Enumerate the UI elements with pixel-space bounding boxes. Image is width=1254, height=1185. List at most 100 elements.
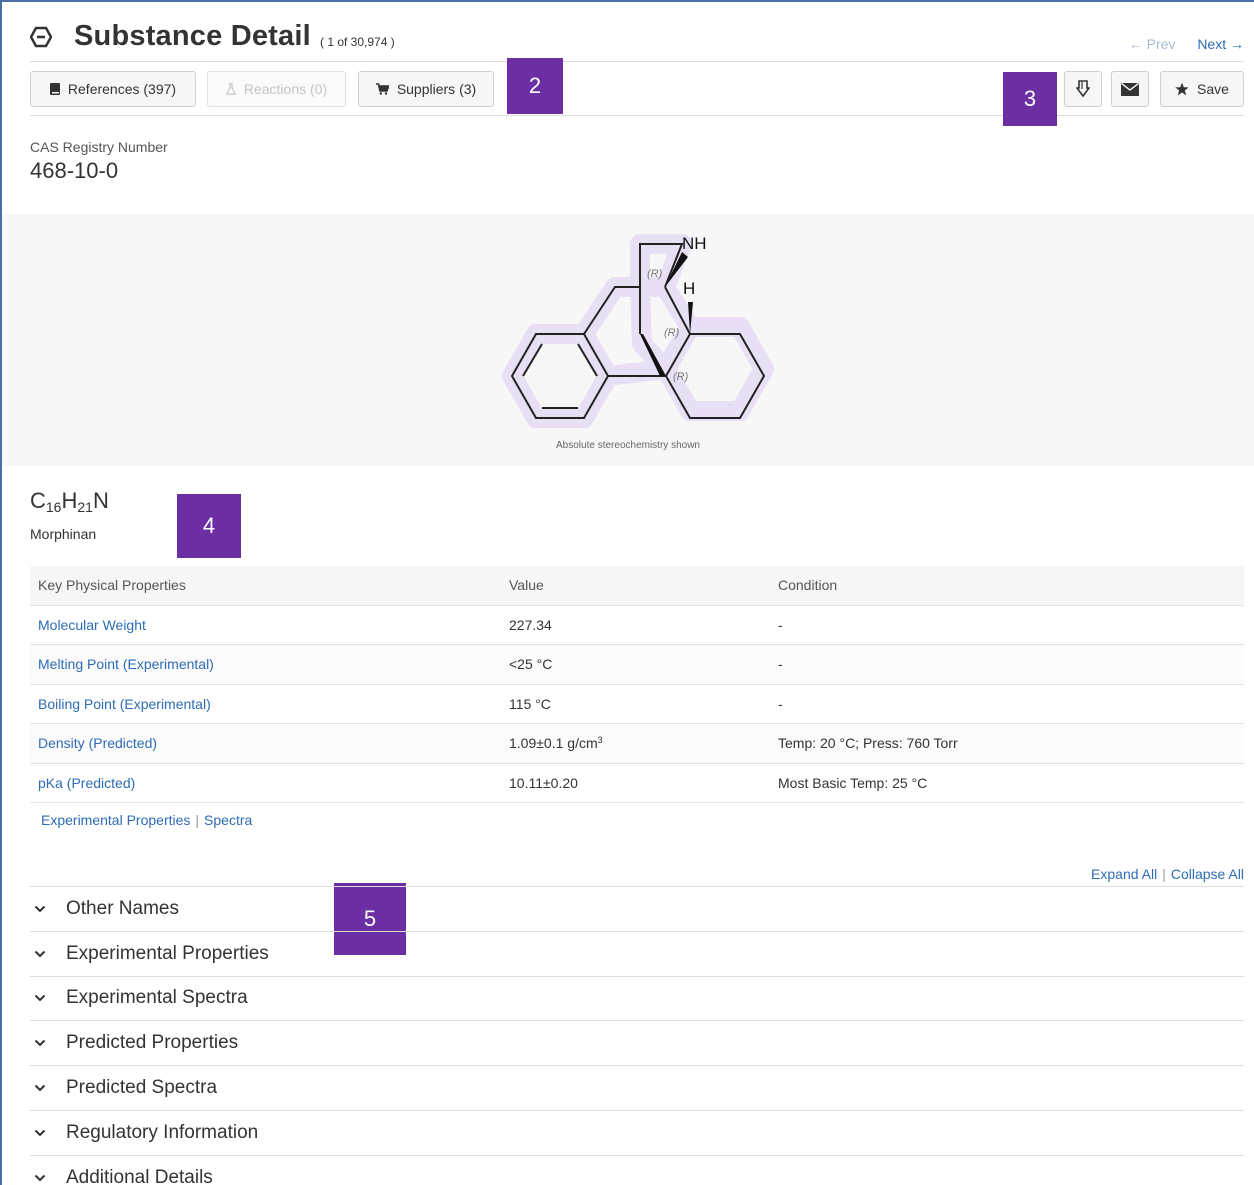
callout-4: 4 bbox=[177, 494, 241, 558]
column-header: Condition bbox=[770, 566, 1244, 606]
save-button[interactable]: Save bbox=[1160, 71, 1244, 107]
formula-part: 16 bbox=[45, 499, 62, 515]
callout-3: 3 bbox=[1003, 72, 1057, 126]
collapse-all-link[interactable]: Collapse All bbox=[1171, 866, 1244, 882]
stereo-r-label-2: (R) bbox=[664, 327, 680, 339]
molecular-formula: C16H21N bbox=[30, 488, 109, 515]
chevron-down-icon bbox=[30, 1129, 66, 1137]
chevron-down-icon bbox=[30, 905, 66, 913]
header: Substance Detail ( 1 of 30,974 ) ← Prev … bbox=[30, 20, 1244, 62]
section-label: Predicted Spectra bbox=[66, 1077, 218, 1099]
suppliers-label: Suppliers (3) bbox=[396, 81, 477, 97]
property-value: 10.11±0.20 bbox=[501, 763, 770, 803]
property-condition: - bbox=[770, 644, 1244, 685]
section-label: Additional Details bbox=[66, 1166, 213, 1185]
table-row: Melting Point (Experimental) <25 °C - bbox=[30, 644, 1244, 685]
section-experimental-properties[interactable]: Experimental Properties bbox=[30, 932, 1244, 977]
toolbar: References (397) Reactions (0) Suppliers… bbox=[30, 70, 1244, 116]
references-button[interactable]: References (397) bbox=[30, 71, 196, 107]
page-title: Substance Detail bbox=[74, 20, 311, 52]
pager: ← Prev Next → bbox=[1129, 36, 1244, 52]
nh-label: NH bbox=[682, 234, 707, 253]
property-value: 115 °C bbox=[501, 684, 770, 724]
chevron-down-icon bbox=[30, 950, 66, 958]
email-button[interactable] bbox=[1111, 71, 1149, 107]
experimental-properties-link[interactable]: Experimental Properties bbox=[41, 812, 190, 828]
property-value: 1.09±0.1 g/cm bbox=[509, 735, 598, 752]
property-value: 227.34 bbox=[501, 605, 770, 645]
section-predicted-spectra[interactable]: Predicted Spectra bbox=[30, 1066, 1244, 1111]
section-label: Experimental Spectra bbox=[66, 987, 248, 1009]
download-button[interactable] bbox=[1064, 71, 1102, 107]
column-header: Key Physical Properties bbox=[30, 566, 501, 606]
references-label: References (397) bbox=[67, 81, 177, 97]
section-predicted-properties[interactable]: Predicted Properties bbox=[30, 1021, 1244, 1067]
star-icon bbox=[1175, 82, 1189, 96]
stereo-r-label-3: (R) bbox=[673, 371, 689, 383]
cas-number: 468-10-0 bbox=[30, 158, 119, 183]
section-regulatory-information[interactable]: Regulatory Information bbox=[30, 1111, 1244, 1156]
reactions-label: Reactions (0) bbox=[243, 81, 328, 97]
next-link[interactable]: Next → bbox=[1197, 36, 1244, 52]
table-row: Boiling Point (Experimental) 115 °C - bbox=[30, 684, 1244, 724]
property-value: <25 °C bbox=[501, 644, 770, 685]
save-label: Save bbox=[1197, 81, 1229, 97]
link-separator: | bbox=[195, 812, 200, 828]
stereochemistry-note: Absolute stereochemistry shown bbox=[556, 440, 700, 451]
property-name-link[interactable]: pKa (Predicted) bbox=[30, 763, 501, 803]
property-condition: Temp: 20 °C; Press: 760 Torr bbox=[770, 723, 1244, 764]
key-properties-table: Key Physical Properties Value Condition … bbox=[30, 566, 1244, 803]
formula-part: 21 bbox=[77, 499, 93, 515]
chevron-down-icon bbox=[30, 1084, 66, 1092]
property-links: Experimental Properties | Spectra bbox=[41, 812, 252, 828]
expand-collapse-links: Expand All | Collapse All bbox=[1091, 866, 1244, 882]
suppliers-button[interactable]: Suppliers (3) bbox=[358, 71, 494, 107]
column-header: Value bbox=[501, 566, 770, 606]
h-label: H bbox=[683, 279, 695, 298]
link-separator: | bbox=[1162, 866, 1166, 882]
section-additional-details[interactable]: Additional Details bbox=[30, 1156, 1244, 1185]
section-experimental-spectra[interactable]: Experimental Spectra bbox=[30, 977, 1244, 1022]
property-condition: - bbox=[770, 684, 1244, 724]
detail-sections: Other Names Experimental Properties Expe… bbox=[30, 886, 1244, 1185]
stereo-r-label-1: (R) bbox=[647, 268, 663, 280]
substance-name: Morphinan bbox=[30, 526, 97, 542]
property-name-link[interactable]: Boiling Point (Experimental) bbox=[30, 684, 501, 724]
table-row: Molecular Weight 227.34 - bbox=[30, 605, 1244, 645]
cart-icon bbox=[375, 83, 389, 95]
section-label: Regulatory Information bbox=[66, 1121, 259, 1143]
structure-panel: NH H (R) (R) (R) Absolute stereochemistr… bbox=[2, 214, 1254, 466]
chevron-down-icon bbox=[30, 994, 66, 1002]
molecule-structure-image[interactable]: NH H (R) (R) (R) bbox=[492, 224, 792, 434]
callout-2: 2 bbox=[507, 58, 563, 114]
envelope-icon bbox=[1121, 82, 1139, 96]
table-row: Density (Predicted) 1.09±0.1 g/cm3 Temp:… bbox=[30, 723, 1244, 764]
result-count: ( 1 of 30,974 ) bbox=[320, 35, 395, 49]
reactions-button[interactable]: Reactions (0) bbox=[207, 71, 346, 107]
formula-part: H bbox=[61, 488, 78, 513]
property-name-link[interactable]: Density (Predicted) bbox=[30, 723, 501, 764]
property-name-link[interactable]: Melting Point (Experimental) bbox=[30, 644, 501, 685]
expand-all-link[interactable]: Expand All bbox=[1091, 866, 1157, 882]
book-icon bbox=[49, 83, 60, 95]
spectra-link[interactable]: Spectra bbox=[204, 812, 252, 828]
chevron-down-icon bbox=[30, 1174, 66, 1182]
property-value-cell: 1.09±0.1 g/cm3 bbox=[501, 723, 770, 764]
property-name-link[interactable]: Molecular Weight bbox=[30, 605, 501, 645]
substance-hexagon-icon bbox=[30, 26, 52, 48]
formula-part: N bbox=[92, 488, 109, 513]
section-other-names[interactable]: Other Names bbox=[30, 887, 1244, 932]
table-header-row: Key Physical Properties Value Condition bbox=[30, 566, 1244, 606]
property-condition: - bbox=[770, 605, 1244, 645]
formula-part: C bbox=[30, 488, 46, 513]
section-label: Other Names bbox=[66, 897, 179, 919]
prev-link[interactable]: ← Prev bbox=[1129, 36, 1176, 52]
property-condition: Most Basic Temp: 25 °C bbox=[770, 763, 1244, 803]
property-value-superscript: 3 bbox=[597, 735, 603, 746]
chevron-down-icon bbox=[30, 1039, 66, 1047]
section-label: Predicted Properties bbox=[66, 1032, 239, 1054]
table-row: pKa (Predicted) 10.11±0.20 Most Basic Te… bbox=[30, 763, 1244, 803]
cas-label: CAS Registry Number bbox=[30, 139, 168, 155]
flask-icon bbox=[225, 83, 236, 95]
section-label: Experimental Properties bbox=[66, 942, 269, 964]
